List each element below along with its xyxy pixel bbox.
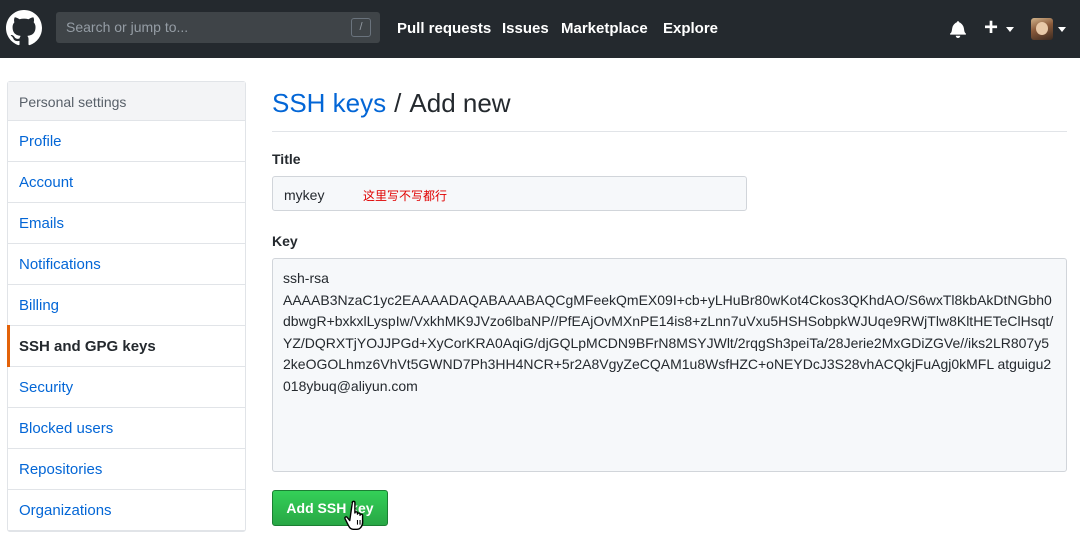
- sidebar-item-organizations[interactable]: Organizations: [8, 490, 245, 531]
- title-divider: [272, 131, 1067, 132]
- search-placeholder: Search or jump to...: [66, 19, 189, 35]
- breadcrumb-ssh-keys[interactable]: SSH keys: [272, 88, 386, 118]
- sidebar-heading: Personal settings: [8, 82, 245, 121]
- hand-pointer-cursor-icon: [344, 500, 364, 531]
- key-body: AAAAB3NzaC1yc2EAAAADAQABAAABAQCgMFeekQmE…: [283, 291, 1054, 394]
- key-label: Key: [272, 233, 298, 249]
- plus-icon[interactable]: +: [984, 14, 998, 42]
- key-textarea[interactable]: ssh-rsa AAAAB3NzaC1yc2EAAAADAQABAAABAQCg…: [272, 258, 1067, 472]
- sidebar-item-repositories[interactable]: Repositories: [8, 449, 245, 490]
- sidebar-item-ssh-gpg-keys[interactable]: SSH and GPG keys: [7, 325, 245, 367]
- sidebar-item-profile[interactable]: Profile: [8, 121, 245, 162]
- title-label: Title: [272, 151, 301, 167]
- nav-pull-requests[interactable]: Pull requests: [397, 20, 491, 37]
- sidebar-item-emails[interactable]: Emails: [8, 203, 245, 244]
- bell-icon[interactable]: [949, 20, 967, 38]
- top-navigation-bar: Search or jump to... / Pull requests Iss…: [0, 0, 1080, 58]
- search-input[interactable]: Search or jump to... /: [56, 12, 380, 43]
- sidebar-item-account[interactable]: Account: [8, 162, 245, 203]
- nav-explore[interactable]: Explore: [663, 20, 718, 37]
- annotation-note: 这里写不写都行: [363, 189, 448, 203]
- nav-issues[interactable]: Issues: [502, 20, 549, 37]
- search-shortcut-key: /: [351, 18, 371, 37]
- sidebar-item-blocked-users[interactable]: Blocked users: [8, 408, 245, 449]
- sidebar-item-billing[interactable]: Billing: [8, 285, 245, 326]
- page-title: SSH keys / Add new: [272, 88, 511, 119]
- chevron-down-icon[interactable]: [1006, 27, 1014, 32]
- avatar[interactable]: [1031, 18, 1053, 40]
- nav-marketplace[interactable]: Marketplace: [561, 20, 648, 37]
- sidebar-item-security[interactable]: Security: [8, 367, 245, 408]
- github-logo-icon[interactable]: [6, 10, 42, 46]
- avatar-chevron-down-icon[interactable]: [1058, 27, 1066, 32]
- title-field[interactable]: mykey: [272, 176, 747, 211]
- page-title-text: Add new: [409, 88, 511, 118]
- title-field-value: mykey: [284, 187, 325, 203]
- settings-sidebar: Personal settings Profile Account Emails…: [7, 81, 246, 532]
- breadcrumb-separator: /: [394, 88, 402, 118]
- key-type: ssh-rsa: [283, 270, 329, 286]
- sidebar-item-notifications[interactable]: Notifications: [8, 244, 245, 285]
